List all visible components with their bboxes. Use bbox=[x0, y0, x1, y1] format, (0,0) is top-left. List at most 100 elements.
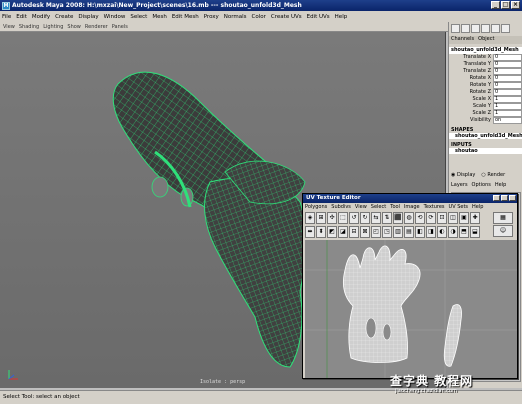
main-menu-item-0[interactable]: File bbox=[2, 14, 11, 20]
uv-maximize-button[interactable] bbox=[501, 195, 508, 201]
attribute-name[interactable]: Translate X bbox=[449, 54, 493, 61]
shape-name[interactable]: shoutao_unfold3d_MeshSh bbox=[449, 133, 522, 139]
uv-user-icon[interactable]: ☺ bbox=[493, 225, 513, 237]
attribute-name[interactable]: Translate Y bbox=[449, 61, 493, 68]
select-icon[interactable]: ⬌ bbox=[305, 225, 315, 238]
grid-icon[interactable]: ⊞ bbox=[316, 212, 326, 224]
attribute-value-field[interactable]: 0 bbox=[493, 61, 522, 68]
viewport-menu-item-4[interactable]: Renderer bbox=[85, 24, 108, 30]
viewport-menu-item-1[interactable]: Shading bbox=[19, 24, 39, 30]
select-icon[interactable]: ◈ bbox=[305, 212, 315, 224]
maximize-button[interactable]: □ bbox=[501, 1, 510, 9]
main-menu-item-5[interactable]: Window bbox=[104, 14, 126, 20]
move-icon[interactable]: ◧ bbox=[415, 225, 425, 238]
flip-v-icon[interactable]: ⬓ bbox=[470, 225, 480, 238]
flip-h-icon[interactable]: ⇆ bbox=[371, 212, 381, 224]
close-button[interactable]: × bbox=[511, 1, 520, 9]
flip-h-icon[interactable]: ▣ bbox=[459, 212, 469, 224]
display-radio[interactable]: ◉ Display bbox=[451, 172, 475, 178]
select-icon[interactable]: ▥ bbox=[393, 225, 403, 238]
main-menu-item-4[interactable]: Display bbox=[78, 14, 98, 20]
uv-menu-item-5[interactable]: Image bbox=[404, 204, 420, 210]
frame-icon[interactable]: ◪ bbox=[338, 225, 348, 238]
attribute-name[interactable]: Scale Y bbox=[449, 103, 493, 110]
rotate-ccw-icon[interactable]: ↺ bbox=[349, 212, 359, 224]
attribute-name[interactable]: Scale X bbox=[449, 96, 493, 103]
rotate-ccw-icon[interactable]: ⊡ bbox=[437, 212, 447, 224]
uv-minimize-button[interactable] bbox=[493, 195, 500, 201]
grid-icon[interactable]: ◍ bbox=[404, 212, 414, 224]
uv-menu-item-6[interactable]: Textures bbox=[424, 204, 445, 210]
tab-object[interactable]: Object bbox=[478, 36, 494, 44]
attribute-value-field[interactable]: 1 bbox=[493, 103, 522, 110]
layout-icon[interactable] bbox=[451, 24, 460, 33]
viewport-menu-item-3[interactable]: Show bbox=[67, 24, 81, 30]
object-name[interactable]: shoutao_unfold3d_Mesh bbox=[449, 47, 522, 54]
grid-icon[interactable]: ▤ bbox=[404, 225, 414, 238]
main-menu-item-11[interactable]: Color bbox=[252, 14, 266, 20]
rotate-ccw-icon[interactable]: ⊟ bbox=[349, 225, 359, 238]
layout-icon[interactable] bbox=[481, 24, 490, 33]
main-menu-item-8[interactable]: Edit Mesh bbox=[172, 14, 199, 20]
help-menu[interactable]: Help bbox=[495, 182, 506, 188]
uv-menu-item-4[interactable]: Tool bbox=[390, 204, 400, 210]
move-icon[interactable]: ⟲ bbox=[415, 212, 425, 224]
frame-icon[interactable]: ◨ bbox=[426, 225, 436, 238]
grid-icon[interactable]: ⬍ bbox=[316, 225, 326, 238]
main-menu-item-14[interactable]: Help bbox=[335, 14, 348, 20]
render-radio[interactable]: ○ Render bbox=[481, 172, 505, 178]
attribute-name[interactable]: Rotate X bbox=[449, 75, 493, 82]
attribute-name[interactable]: Translate Z bbox=[449, 68, 493, 75]
uv-menu-item-8[interactable]: Help bbox=[472, 204, 483, 210]
tab-channels[interactable]: Channels bbox=[451, 36, 474, 44]
rotate-ccw-icon[interactable]: ◐ bbox=[437, 225, 447, 238]
attribute-value-field[interactable]: 0 bbox=[493, 89, 522, 96]
rotate-cw-icon[interactable]: ⊠ bbox=[360, 225, 370, 238]
attribute-value-field[interactable]: 0 bbox=[493, 68, 522, 75]
flip-v-icon[interactable]: ⇅ bbox=[382, 212, 392, 224]
attribute-value-field[interactable]: 0 bbox=[493, 75, 522, 82]
main-menu-item-9[interactable]: Proxy bbox=[204, 14, 219, 20]
attribute-name[interactable]: Rotate Y bbox=[449, 82, 493, 89]
attribute-value-field[interactable]: 0 bbox=[493, 54, 522, 61]
layers-menu[interactable]: Layers bbox=[451, 182, 468, 188]
minimize-button[interactable]: _ bbox=[491, 1, 500, 9]
select-icon[interactable]: ⬛ bbox=[393, 212, 403, 224]
main-menu-item-13[interactable]: Edit UVs bbox=[307, 14, 330, 20]
uv-canvas[interactable] bbox=[305, 240, 517, 378]
uv-image-icon[interactable]: ▦ bbox=[493, 212, 513, 224]
viewport-menu-item-2[interactable]: Lighting bbox=[43, 24, 63, 30]
attribute-value-field[interactable]: 1 bbox=[493, 96, 522, 103]
move-icon[interactable]: ✣ bbox=[327, 212, 337, 224]
attribute-name[interactable]: Visibility bbox=[449, 117, 493, 124]
attribute-value-field[interactable]: 1 bbox=[493, 110, 522, 117]
attribute-name[interactable]: Rotate Z bbox=[449, 89, 493, 96]
layout-icon[interactable] bbox=[471, 24, 480, 33]
attribute-name[interactable]: Scale Z bbox=[449, 110, 493, 117]
uv-menu-item-2[interactable]: View bbox=[355, 204, 367, 210]
main-menu-item-10[interactable]: Normals bbox=[224, 14, 247, 20]
uv-menu-item-7[interactable]: UV Sets bbox=[449, 204, 469, 210]
main-menu-item-3[interactable]: Create bbox=[55, 14, 73, 20]
main-menu-item-6[interactable]: Select bbox=[130, 14, 147, 20]
attribute-value-field[interactable]: 0 bbox=[493, 82, 522, 89]
main-menu-item-2[interactable]: Modify bbox=[32, 14, 50, 20]
viewport-menu-item-5[interactable]: Panels bbox=[112, 24, 128, 30]
layout-icon[interactable] bbox=[501, 24, 510, 33]
frame-icon[interactable]: ⟳ bbox=[426, 212, 436, 224]
move-icon[interactable]: ◩ bbox=[327, 225, 337, 238]
layout-icon[interactable] bbox=[491, 24, 500, 33]
main-menu-item-7[interactable]: Mesh bbox=[152, 14, 166, 20]
frame-icon[interactable]: ⬚ bbox=[338, 212, 348, 224]
input-name[interactable]: shoutao bbox=[449, 148, 522, 154]
rotate-cw-icon[interactable]: ◫ bbox=[448, 212, 458, 224]
uv-menu-item-3[interactable]: Select bbox=[371, 204, 386, 210]
flip-v-icon[interactable]: ✚ bbox=[470, 212, 480, 224]
options-menu[interactable]: Options bbox=[472, 182, 491, 188]
viewport-menu-item-0[interactable]: View bbox=[3, 24, 15, 30]
rotate-cw-icon[interactable]: ◑ bbox=[448, 225, 458, 238]
uv-close-button[interactable] bbox=[509, 195, 516, 201]
rotate-cw-icon[interactable]: ↻ bbox=[360, 212, 370, 224]
layout-icon[interactable] bbox=[461, 24, 470, 33]
flip-v-icon[interactable]: ◳ bbox=[382, 225, 392, 238]
